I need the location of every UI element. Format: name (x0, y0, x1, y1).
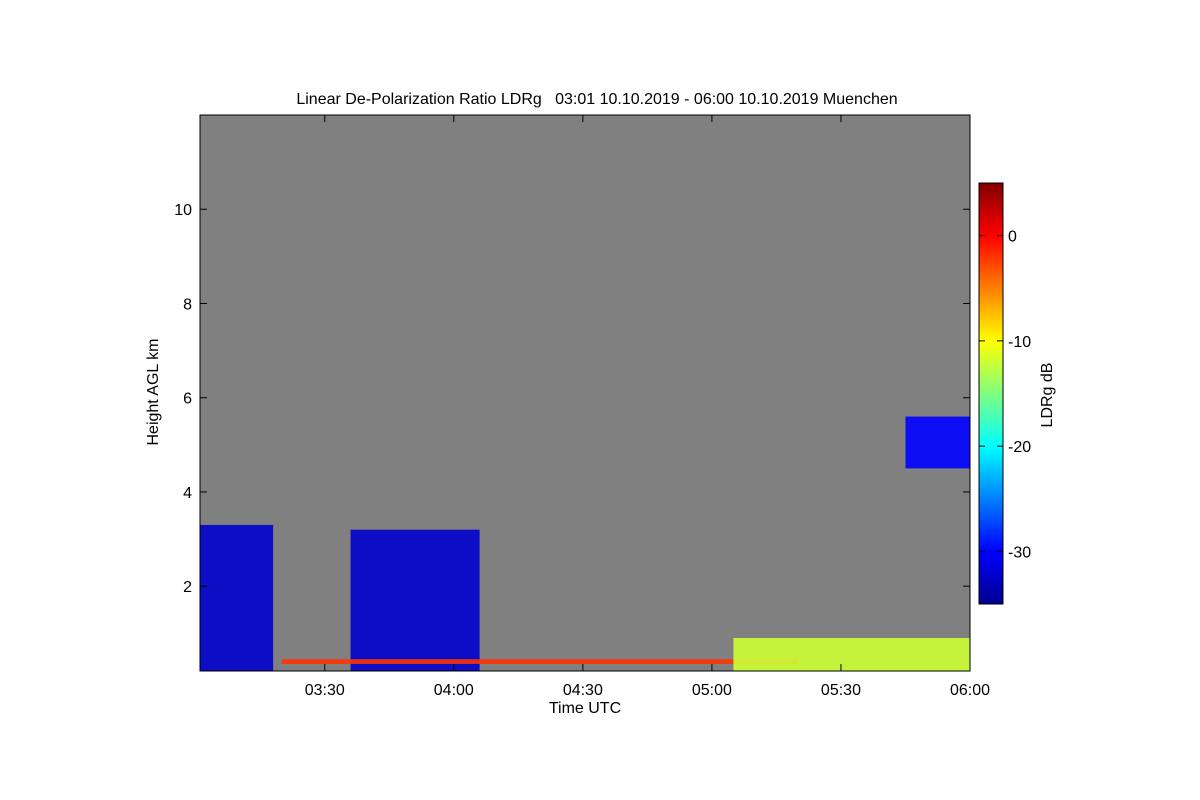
plot-area (200, 115, 970, 671)
colorbar (978, 182, 1004, 605)
feature-0 (200, 524, 274, 671)
x-tick-label: 04:00 (434, 682, 474, 699)
colorbar-tick-label: -30 (1008, 544, 1031, 561)
x-tick-label: 03:30 (305, 682, 345, 699)
colorbar-tick-label: 0 (1008, 229, 1017, 246)
chart-title: Linear De-Polarization Ratio LDRg 03:01 … (296, 91, 897, 108)
x-axis-label: Time UTC (549, 700, 621, 717)
y-tick-label: 2 (183, 579, 192, 596)
y-tick-label: 10 (174, 202, 192, 219)
y-tick-label: 8 (183, 296, 192, 313)
feature-1 (350, 529, 480, 671)
x-tick-label: 05:30 (821, 682, 861, 699)
x-tick-label: 04:30 (563, 682, 603, 699)
y-axis-label: Height AGL km (145, 338, 162, 445)
chart: Linear De-Polarization Ratio LDRg 03:01 … (145, 91, 1056, 717)
colorbar-tick-label: -10 (1008, 334, 1031, 351)
colorbar-tick-label: -20 (1008, 439, 1031, 456)
x-tick-label: 06:00 (950, 682, 990, 699)
feature-4 (733, 638, 970, 671)
feature-3 (281, 659, 798, 664)
colorbar-label: LDRg dB (1039, 363, 1056, 428)
x-tick-label: 05:00 (692, 682, 732, 699)
y-tick-label: 4 (183, 485, 192, 502)
feature-2 (905, 416, 970, 469)
y-tick-label: 6 (183, 391, 192, 408)
